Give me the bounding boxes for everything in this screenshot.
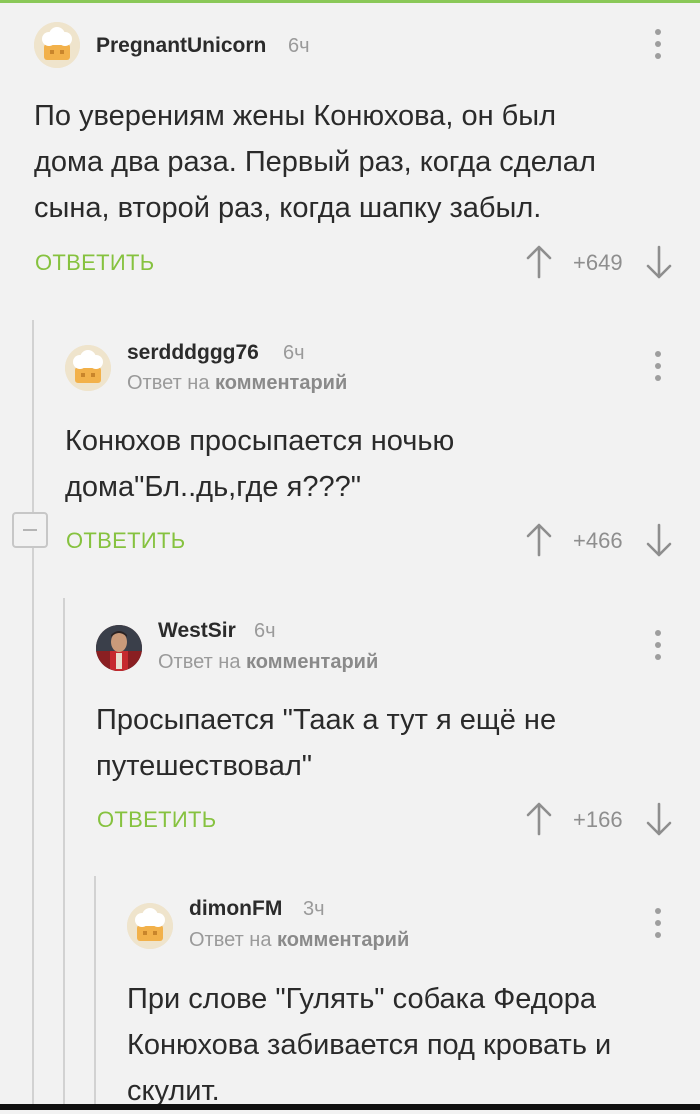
vertical-dots-icon [655, 351, 661, 357]
bottom-bar [0, 1104, 700, 1110]
chef-hat-avatar-icon [34, 22, 80, 68]
reply-to-prefix: Ответ на [158, 651, 241, 673]
comment-text-line: путешествовал" [96, 750, 313, 782]
comment-text: Просыпается "Таак а тут я ещё не путешес… [96, 697, 676, 789]
avatar[interactable] [127, 903, 173, 949]
arrow-down-icon[interactable] [646, 802, 672, 836]
comment-text: Конюхов просыпается ночью дома"Бл..дь,гд… [65, 418, 675, 510]
comment-text: По уверениям жены Конюхова, он был дома … [34, 93, 674, 231]
username[interactable]: dimonFM [189, 897, 282, 921]
vertical-dots-icon [655, 908, 661, 914]
thread-line-level-2 [63, 598, 65, 1110]
reply-button[interactable]: ОТВЕТИТЬ [66, 528, 185, 554]
reply-to-info: Ответ на комментарий [158, 651, 378, 674]
reply-to-link[interactable]: комментарий [277, 929, 409, 951]
reply-to-prefix: Ответ на [127, 372, 210, 394]
comment-text-line: Просыпается "Таак а тут я ещё не [96, 704, 557, 736]
comment-time: 6ч [283, 342, 305, 364]
reply-to-info: Ответ на комментарий [189, 929, 409, 952]
thread-line-level-1 [32, 320, 34, 1110]
vertical-dots-icon [655, 29, 661, 35]
comment-time: 3ч [303, 898, 325, 920]
comment-text-line: дома"Бл..дь,где я???" [65, 471, 362, 503]
reply-button[interactable]: ОТВЕТИТЬ [35, 250, 154, 276]
vote-score: +466 [573, 528, 623, 553]
avatar[interactable] [96, 625, 142, 671]
avatar[interactable] [34, 22, 80, 68]
username[interactable]: WestSir [158, 619, 236, 643]
more-options-button[interactable] [651, 630, 665, 662]
username[interactable]: PregnantUnicorn [96, 34, 266, 58]
comment-text-line: Конюхова забивается под кровать и [127, 1029, 612, 1061]
reply-to-prefix: Ответ на [189, 929, 272, 951]
arrow-down-icon[interactable] [646, 523, 672, 557]
arrow-up-icon[interactable] [526, 802, 552, 836]
comment-time: 6ч [254, 620, 276, 642]
reply-to-info: Ответ на комментарий [127, 372, 347, 395]
comment-text-line: дома два раза. Первый раз, когда сделал [34, 146, 596, 178]
reply-to-link[interactable]: комментарий [215, 372, 347, 394]
comment-text-line: По уверениям жены Конюхова, он был [34, 100, 557, 132]
user-photo-avatar-icon [96, 625, 142, 671]
comment-text-line: сына, второй раз, когда шапку забыл. [34, 192, 542, 224]
more-options-button[interactable] [651, 29, 665, 61]
top-accent-line [0, 0, 700, 3]
reply-button[interactable]: ОТВЕТИТЬ [97, 807, 216, 833]
collapse-thread-button[interactable] [12, 512, 48, 548]
arrow-up-icon[interactable] [526, 523, 552, 557]
comment-text-line: При слове "Гулять" собака Федора [127, 983, 597, 1015]
username[interactable]: serdddggg76 [127, 341, 259, 365]
comment-text-line: Конюхов просыпается ночью [65, 425, 455, 457]
chef-hat-avatar-icon [65, 345, 111, 391]
arrow-up-icon[interactable] [526, 245, 552, 279]
reply-to-link[interactable]: комментарий [246, 651, 378, 673]
thread-line-level-3 [94, 876, 96, 1110]
vertical-dots-icon [655, 630, 661, 636]
more-options-button[interactable] [651, 351, 665, 383]
arrow-down-icon[interactable] [646, 245, 672, 279]
comment-text: При слове "Гулять" собака Федора Конюхов… [127, 976, 687, 1114]
vote-score: +649 [573, 250, 623, 275]
chef-hat-avatar-icon [127, 903, 173, 949]
vote-score: +166 [573, 807, 623, 832]
avatar[interactable] [65, 345, 111, 391]
comment-time: 6ч [288, 35, 310, 57]
more-options-button[interactable] [651, 908, 665, 940]
